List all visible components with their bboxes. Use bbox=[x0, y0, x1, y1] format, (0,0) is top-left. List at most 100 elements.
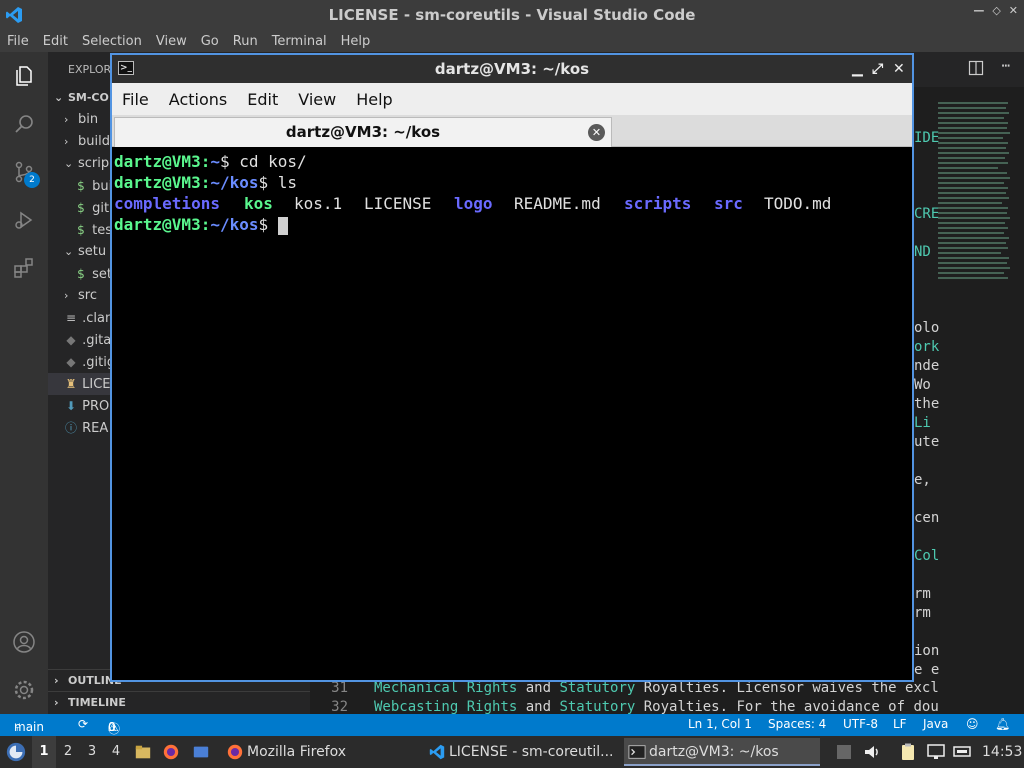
clock[interactable]: 14:53 bbox=[982, 736, 1022, 768]
chevron-right-icon: › bbox=[64, 289, 69, 302]
tree-item-project[interactable]: ⬇ PRO bbox=[64, 395, 109, 417]
editor-text-fragment: cen bbox=[914, 510, 940, 526]
workspace-1[interactable]: 1 bbox=[32, 736, 56, 768]
terminal-window-title: dartz@VM3: ~/kos bbox=[434, 60, 590, 78]
workspace-3[interactable]: 3 bbox=[80, 736, 104, 768]
lines-file-icon: ≡ bbox=[65, 311, 77, 325]
menu-selection[interactable]: Selection bbox=[75, 34, 149, 49]
chevron-right-icon: › bbox=[64, 135, 69, 148]
chevron-down-icon: ⌄ bbox=[64, 157, 74, 170]
tree-item-bin[interactable]: › bin bbox=[64, 109, 98, 131]
code-line: 32 Webcasting Rights and Statutory Royalt… bbox=[331, 699, 939, 715]
menu-help[interactable]: Help bbox=[334, 34, 378, 49]
menu-go[interactable]: Go bbox=[194, 34, 226, 49]
close-icon[interactable]: ✕ bbox=[1009, 4, 1018, 17]
end-of-line[interactable]: LF bbox=[893, 717, 907, 731]
tree-item-gitattributes[interactable]: ◆ .gita bbox=[64, 329, 111, 351]
menu-view[interactable]: View bbox=[149, 34, 194, 49]
cursor-position[interactable]: Ln 1, Col 1 bbox=[688, 717, 752, 731]
minimap[interactable] bbox=[938, 102, 1012, 292]
menu-view[interactable]: View bbox=[288, 90, 346, 109]
tree-item-clang-format[interactable]: ≡ .clan bbox=[64, 307, 113, 329]
editor-text-fragment: ute bbox=[914, 434, 940, 450]
minimize-icon[interactable]: — bbox=[973, 4, 984, 17]
extensions-icon[interactable] bbox=[12, 256, 36, 280]
file-manager-icon[interactable] bbox=[134, 736, 156, 768]
workspace-2[interactable]: 2 bbox=[56, 736, 80, 768]
start-menu-icon[interactable] bbox=[5, 736, 29, 768]
clipboard-icon[interactable] bbox=[898, 742, 918, 762]
timeline-section[interactable]: › TIMELINE bbox=[48, 691, 310, 713]
editor-text-fragment: Wo bbox=[914, 377, 931, 393]
code-token: and bbox=[517, 699, 560, 715]
menu-file[interactable]: File bbox=[0, 34, 36, 49]
code-token: Royalties. For the avoidance of dou bbox=[635, 699, 939, 715]
minimize-icon[interactable]: ▁ bbox=[852, 55, 863, 83]
feedback-icon[interactable]: ☺ bbox=[966, 717, 979, 731]
shell-file-icon: $ bbox=[77, 267, 85, 281]
editor-text-fragment: e, bbox=[914, 472, 931, 488]
run-debug-icon[interactable] bbox=[12, 208, 36, 232]
editor-text-fragment: the bbox=[914, 396, 940, 412]
explorer-icon[interactable] bbox=[12, 64, 36, 88]
code-token: Royalties. Licensor waives the excl bbox=[635, 680, 939, 696]
chevron-right-icon: › bbox=[64, 113, 69, 126]
code-token: and bbox=[517, 680, 560, 696]
tray-app-icon[interactable] bbox=[834, 742, 854, 762]
volume-icon[interactable] bbox=[862, 742, 882, 762]
indentation[interactable]: Spaces: 4 bbox=[768, 717, 826, 731]
menu-help[interactable]: Help bbox=[346, 90, 402, 109]
firefox-icon bbox=[227, 744, 243, 760]
account-icon[interactable] bbox=[12, 630, 36, 654]
search-icon[interactable] bbox=[12, 112, 36, 136]
tree-item-setup-script[interactable]: $ set bbox=[74, 263, 112, 285]
display-icon[interactable] bbox=[926, 742, 946, 762]
terminal-tab[interactable]: dartz@VM3: ~/kos ✕ bbox=[114, 117, 612, 147]
maximize-icon[interactable]: ⤢ bbox=[872, 55, 883, 83]
show-desktop-icon[interactable] bbox=[192, 736, 214, 768]
language-mode[interactable]: Java bbox=[923, 717, 948, 731]
editor-text-fragment: e e bbox=[914, 662, 940, 678]
folder-root[interactable]: ⌄ SM-CO bbox=[54, 87, 109, 109]
tree-item-readme[interactable]: ⓘ REA bbox=[64, 417, 108, 439]
firefox-launcher-icon[interactable] bbox=[162, 736, 184, 768]
network-icon[interactable] bbox=[952, 742, 972, 762]
menu-actions[interactable]: Actions bbox=[159, 90, 237, 109]
menu-edit[interactable]: Edit bbox=[237, 90, 288, 109]
git-file-icon: ◆ bbox=[66, 333, 76, 347]
tree-item-git-script[interactable]: $ git. bbox=[74, 197, 113, 219]
menu-run[interactable]: Run bbox=[226, 34, 265, 49]
notifications-bell-icon[interactable]: 🔔︎ bbox=[995, 717, 1010, 731]
task-firefox[interactable]: Mozilla Firefox bbox=[222, 738, 418, 766]
workspace-4[interactable]: 4 bbox=[104, 736, 128, 768]
tree-item-scripts[interactable]: ⌄ scrip bbox=[64, 153, 109, 175]
tree-item-src[interactable]: › src bbox=[64, 285, 97, 307]
menu-file[interactable]: File bbox=[112, 90, 159, 109]
desktop-taskbar: 1 2 3 4 Mozilla Firefox LICENSE - sm-cor… bbox=[0, 736, 1024, 768]
tree-item-test-script[interactable]: $ tes bbox=[74, 219, 112, 241]
maximize-icon[interactable]: ◇ bbox=[992, 4, 1000, 17]
split-editor-icon[interactable] bbox=[968, 60, 984, 76]
settings-gear-icon[interactable] bbox=[12, 678, 36, 702]
ls-output: completions kos kos.1 LICENSE logo README.md s… bbox=[114, 193, 910, 214]
window-title: LICENSE - sm-coreutils - Visual Studio C… bbox=[328, 6, 696, 24]
explorer-header: EXPLOR bbox=[68, 63, 112, 76]
activity-bar: 2 bbox=[0, 52, 48, 714]
tree-item-build[interactable]: › build bbox=[64, 131, 110, 153]
close-tab-icon[interactable]: ✕ bbox=[588, 124, 605, 141]
task-terminal[interactable]: dartz@VM3: ~/kos bbox=[624, 738, 820, 766]
task-vscode[interactable]: LICENSE - sm-coreutil... bbox=[424, 738, 620, 766]
close-icon[interactable]: ✕ bbox=[893, 55, 905, 83]
sync-icon[interactable]: ⟳ bbox=[78, 717, 88, 731]
menu-edit[interactable]: Edit bbox=[36, 34, 75, 49]
menu-terminal[interactable]: Terminal bbox=[265, 34, 334, 49]
terminal-output[interactable]: dartz@VM3:~$ cd kos/ dartz@VM3:~/kos$ ls… bbox=[114, 151, 910, 682]
editor-text-fragment: ork bbox=[914, 339, 940, 355]
tree-item-gitignore[interactable]: ◆ .gitig bbox=[64, 351, 115, 373]
more-actions-icon[interactable]: ⋯ bbox=[1002, 58, 1010, 74]
terminal-prompt: dartz@VM3:~/kos$ bbox=[114, 214, 910, 235]
tree-item-setup[interactable]: ⌄ setu bbox=[64, 241, 106, 263]
encoding[interactable]: UTF-8 bbox=[843, 717, 878, 731]
terminal-title-bar[interactable]: >_ dartz@VM3: ~/kos ▁ ⤢ ✕ bbox=[112, 55, 912, 83]
terminal-window[interactable]: >_ dartz@VM3: ~/kos ▁ ⤢ ✕ File Actions E… bbox=[110, 53, 914, 682]
